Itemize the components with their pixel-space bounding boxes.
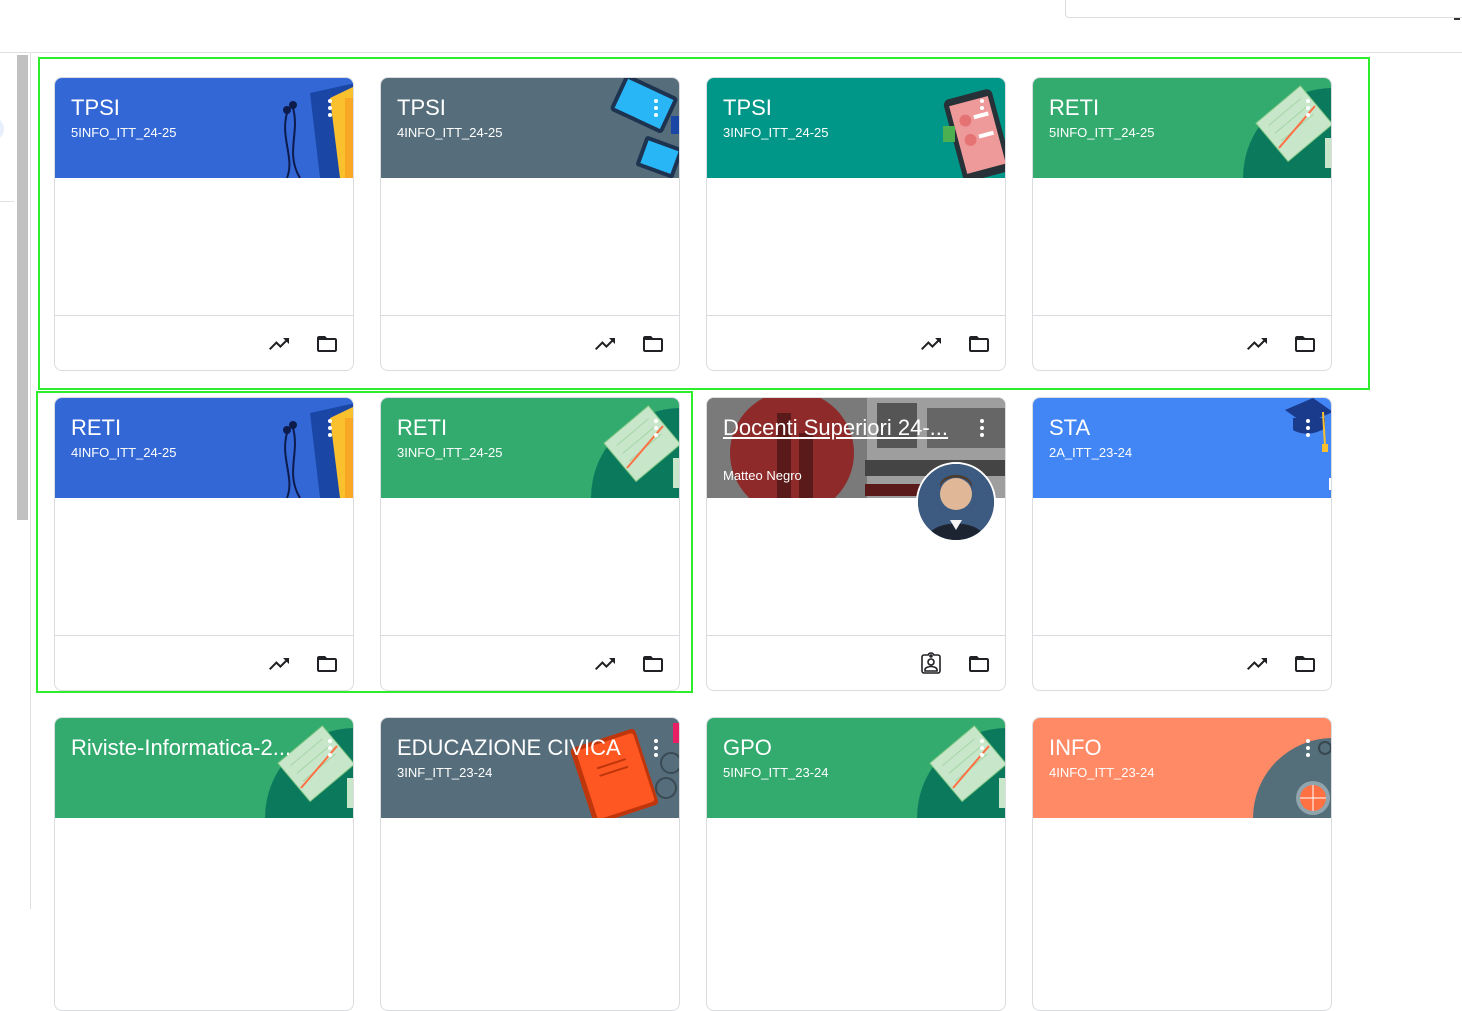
class-card[interactable]: TPSI 3INFO_ITT_24-25: [706, 77, 1006, 371]
card-title[interactable]: GPO: [723, 735, 953, 761]
folder-icon[interactable]: [1291, 650, 1319, 678]
folder-icon[interactable]: [639, 330, 667, 358]
card-section: 3INF_ITT_23-24: [397, 765, 493, 780]
card-header[interactable]: RETI 3INFO_ITT_24-25: [381, 398, 679, 498]
card-title[interactable]: INFO: [1049, 735, 1279, 761]
card-footer: [381, 315, 679, 370]
more-vert-icon[interactable]: [1299, 736, 1315, 760]
card-header[interactable]: Riviste-Informatica-2...: [55, 718, 353, 818]
top-app-bar: [0, 0, 1462, 53]
more-vert-icon[interactable]: [321, 96, 337, 120]
card-footer: [55, 315, 353, 370]
trending-up-icon[interactable]: [591, 330, 619, 358]
card-section: 3INFO_ITT_24-25: [397, 445, 503, 460]
more-vert-icon[interactable]: [973, 416, 989, 440]
card-title[interactable]: RETI: [71, 415, 301, 441]
card-footer: [1033, 635, 1331, 690]
card-section: 5INFO_ITT_24-25: [1049, 125, 1155, 140]
card-title[interactable]: Docenti Superiori 24-...: [723, 415, 953, 441]
class-card[interactable]: RETI 5INFO_ITT_24-25: [1032, 77, 1332, 371]
trending-up-icon[interactable]: [265, 330, 293, 358]
card-title[interactable]: EDUCAZIONE CIVICA: [397, 735, 627, 761]
more-vert-icon[interactable]: [321, 416, 337, 440]
class-card[interactable]: Riviste-Informatica-2...: [54, 717, 354, 1011]
card-footer: [1033, 315, 1331, 370]
class-card[interactable]: TPSI 5INFO_ITT_24-25: [54, 77, 354, 371]
card-section: 4INFO_ITT_24-25: [71, 445, 177, 460]
class-card[interactable]: INFO 4INFO_ITT_23-24: [1032, 717, 1332, 1011]
card-section: 4INFO_ITT_24-25: [397, 125, 503, 140]
trending-up-icon[interactable]: [591, 650, 619, 678]
card-title[interactable]: Riviste-Informatica-2...: [71, 735, 301, 761]
more-vert-icon[interactable]: [647, 736, 663, 760]
card-title[interactable]: TPSI: [397, 95, 627, 121]
class-card[interactable]: Docenti Superiori 24-... Matteo Negro: [706, 397, 1006, 691]
card-section: 2A_ITT_23-24: [1049, 445, 1133, 460]
more-vert-icon[interactable]: [973, 96, 989, 120]
card-header[interactable]: TPSI 4INFO_ITT_24-25: [381, 78, 679, 178]
assignment-ind-icon[interactable]: [917, 650, 945, 678]
card-title[interactable]: RETI: [397, 415, 627, 441]
card-title[interactable]: TPSI: [723, 95, 953, 121]
more-vert-icon[interactable]: [321, 736, 337, 760]
trending-up-icon[interactable]: [1243, 330, 1271, 358]
card-footer: [707, 635, 1005, 690]
card-header[interactable]: EDUCAZIONE CIVICA 3INF_ITT_23-24: [381, 718, 679, 818]
trending-up-icon[interactable]: [917, 330, 945, 358]
card-header[interactable]: GPO 5INFO_ITT_23-24: [707, 718, 1005, 818]
card-header[interactable]: TPSI 3INFO_ITT_24-25: [707, 78, 1005, 178]
class-card[interactable]: RETI 3INFO_ITT_24-25: [380, 397, 680, 691]
card-footer: [707, 315, 1005, 370]
card-header[interactable]: RETI 5INFO_ITT_24-25: [1033, 78, 1331, 178]
more-vert-icon[interactable]: [1299, 96, 1315, 120]
trending-up-icon[interactable]: [1243, 650, 1271, 678]
more-vert-icon[interactable]: [973, 736, 989, 760]
card-section: 5INFO_ITT_23-24: [723, 765, 829, 780]
notebook-illustration: [265, 725, 353, 818]
trending-up-icon[interactable]: [265, 650, 293, 678]
card-footer: [381, 635, 679, 690]
card-title[interactable]: RETI: [1049, 95, 1279, 121]
rail-divider: [0, 201, 14, 202]
card-title[interactable]: TPSI: [71, 95, 301, 121]
card-header[interactable]: RETI 4INFO_ITT_24-25: [55, 398, 353, 498]
toolbar-edge-mark: [1454, 18, 1460, 20]
class-card[interactable]: EDUCAZIONE CIVICA 3INF_ITT_23-24: [380, 717, 680, 1011]
class-card[interactable]: RETI 4INFO_ITT_24-25: [54, 397, 354, 691]
more-vert-icon[interactable]: [647, 96, 663, 120]
class-card[interactable]: STA 2A_ITT_23-24: [1032, 397, 1332, 691]
card-header[interactable]: INFO 4INFO_ITT_23-24: [1033, 718, 1331, 818]
folder-icon[interactable]: [313, 650, 341, 678]
card-section: 4INFO_ITT_23-24: [1049, 765, 1155, 780]
rail-item-indicator[interactable]: [0, 117, 4, 141]
card-owner: Matteo Negro: [723, 468, 802, 483]
owner-avatar: [916, 462, 996, 542]
card-title[interactable]: STA: [1049, 415, 1279, 441]
card-section: 5INFO_ITT_24-25: [71, 125, 177, 140]
more-vert-icon[interactable]: [647, 416, 663, 440]
folder-icon[interactable]: [1291, 330, 1319, 358]
class-card[interactable]: TPSI 4INFO_ITT_24-25: [380, 77, 680, 371]
folder-icon[interactable]: [313, 330, 341, 358]
folder-icon[interactable]: [639, 650, 667, 678]
folder-icon[interactable]: [965, 650, 993, 678]
card-section: 3INFO_ITT_24-25: [723, 125, 829, 140]
card-header[interactable]: STA 2A_ITT_23-24: [1033, 398, 1331, 498]
card-header[interactable]: TPSI 5INFO_ITT_24-25: [55, 78, 353, 178]
folder-icon[interactable]: [965, 330, 993, 358]
card-footer: [55, 635, 353, 690]
search-input[interactable]: [1065, 0, 1462, 18]
scrollbar-thumb[interactable]: [17, 55, 28, 520]
class-card[interactable]: GPO 5INFO_ITT_23-24: [706, 717, 1006, 1011]
more-vert-icon[interactable]: [1299, 416, 1315, 440]
